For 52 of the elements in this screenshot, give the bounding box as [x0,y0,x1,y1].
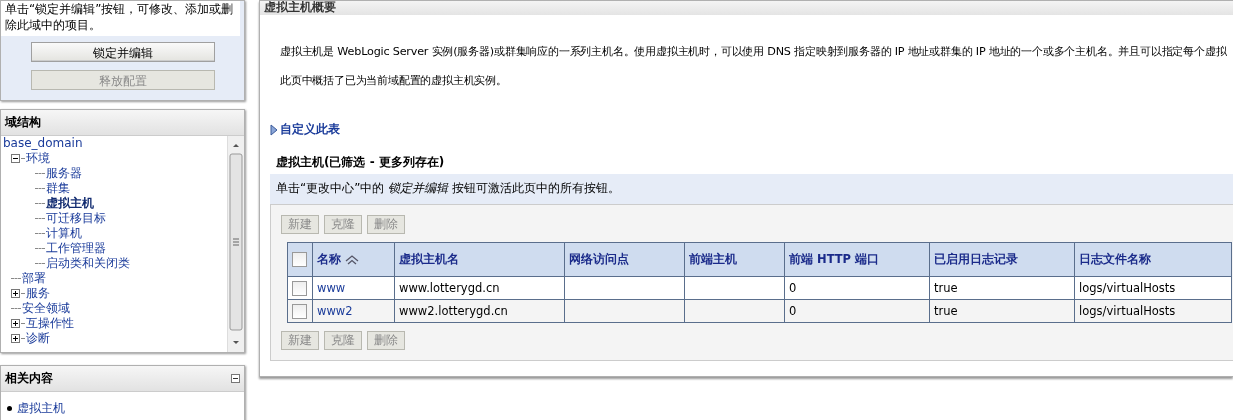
sort-icon[interactable] [345,254,359,265]
tree-item[interactable]: 诊断 [26,331,50,346]
table-cell: true [934,281,958,295]
tree-item[interactable]: 群集 [46,181,70,196]
expand-icon[interactable] [11,319,20,328]
table-cell: www.lotterygd.cn [399,281,500,295]
table-title: 虚拟主机(已筛选 - 更多列存在) [276,154,446,171]
tree-item[interactable]: base_domain [3,136,83,151]
tree-item[interactable]: 部署 [22,271,46,286]
tree-item[interactable]: 安全领域 [22,301,70,316]
customize-table-link[interactable]: 自定义此表 [280,121,340,138]
table-cell: 0 [789,304,797,318]
checkbox[interactable] [292,252,307,267]
tree-item[interactable]: 可迁移目标 [46,211,106,226]
description-text: 此页中概括了已为当前域配置的虚拟主机实例。 [280,73,508,88]
column-header[interactable]: 前端主机 [689,252,737,266]
column-header[interactable]: 网络访问点 [569,252,629,266]
column-header[interactable]: 虚拟主机名 [399,252,459,266]
panel-title: 相关内容 [5,370,53,387]
table-cell: logs/virtualHosts [1079,304,1176,318]
table-cell: 0 [789,281,797,295]
lock-edit-button[interactable]: 锁定并编辑 [30,42,215,62]
related-link[interactable]: 虚拟主机 [17,400,65,416]
expand-icon[interactable] [11,289,20,298]
tree-item[interactable]: 互操作性 [26,316,74,331]
tree-item[interactable]: 虚拟主机 [46,196,94,211]
column-header[interactable]: 名称 [317,252,341,266]
page-title: 虚拟主机概要 [260,1,1233,15]
scrollbar[interactable] [227,136,244,352]
collapse-icon[interactable] [231,374,240,383]
table-cell: www2.lotterygd.cn [399,304,508,318]
info-message: 单击“更改中心”中的 锁定并编辑 按钮可激活此页中的所有按钮。 [270,174,1233,204]
column-header[interactable]: 日志文件名称 [1079,252,1151,266]
tree-item[interactable]: 工作管理器 [46,241,106,256]
panel-title: 域结构 [5,114,41,131]
tree-item[interactable]: 环境 [26,151,50,166]
tree-item[interactable]: 计算机 [46,226,82,241]
column-header[interactable]: 已启用日志记录 [934,252,1018,266]
tree-item[interactable]: 启动类和关闭类 [46,256,130,271]
checkbox[interactable] [292,303,307,319]
column-header[interactable]: 前端 HTTP 端口 [789,252,879,266]
tree-item[interactable]: 服务 [26,286,50,301]
tree-item[interactable]: 服务器 [46,166,82,181]
table-cell: logs/virtualHosts [1079,281,1176,295]
description-text: 虚拟主机是 WebLogic Server 实例(服务器)或群集响应的一系列主机名。使用虚拟主机时，可以使用 DNS 指定映射到服务器的 IP 地址或群集的 IP 地址的一个或多个主机名。并且可以指定每个虚拟 [280,44,1228,59]
disclosure-triangle-icon[interactable] [270,123,278,136]
expand-icon[interactable] [11,334,20,343]
change-center-message: 单击“锁定并编辑”按钮，可修改、添加或删除此域中的项目。 [1,1,240,36]
table-cell: true [934,304,958,318]
bullet-icon [7,405,12,411]
collapse-icon[interactable] [11,154,20,163]
checkbox[interactable] [292,280,307,296]
